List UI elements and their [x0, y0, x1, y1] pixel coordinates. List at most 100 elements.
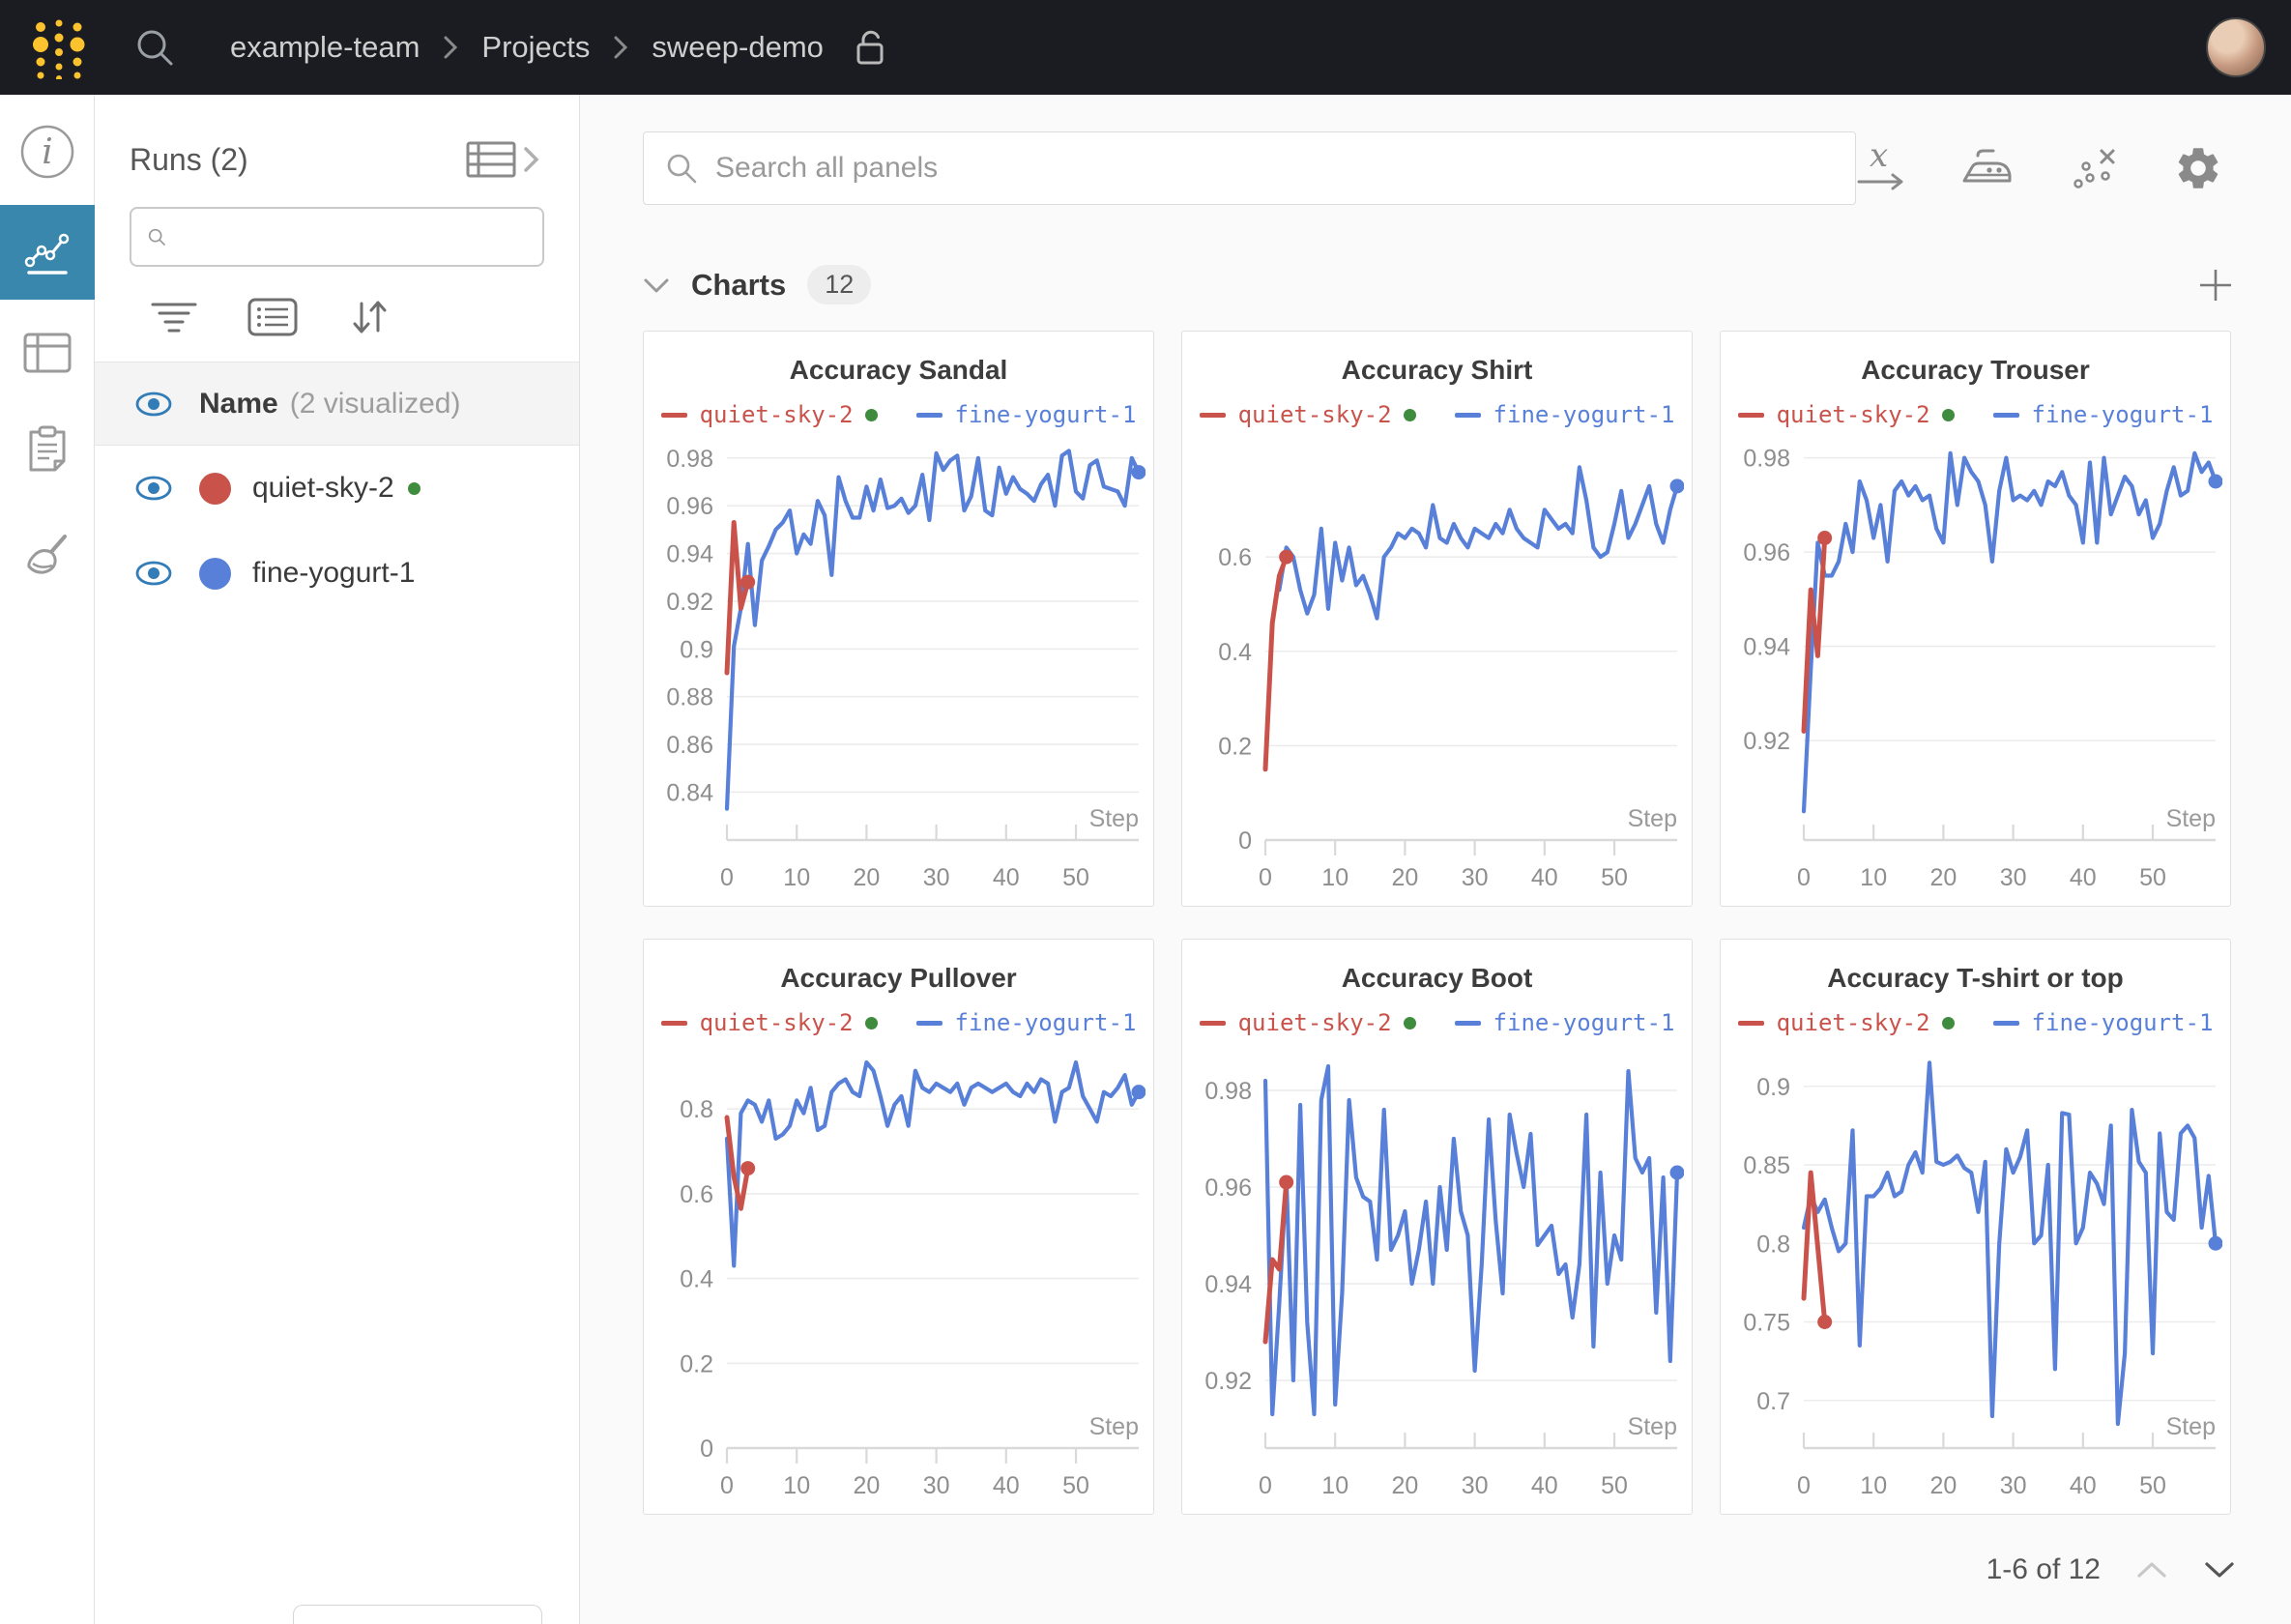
section-collapse-chevron-icon[interactable]	[643, 276, 670, 294]
wandb-logo-icon[interactable]	[29, 15, 89, 79]
legend-line-swatch	[916, 1021, 942, 1026]
runs-sidebar: Runs (2)	[95, 95, 580, 1624]
chart-panel[interactable]: Accuracy Boot quiet-sky-2 fine-yogurt-1 …	[1181, 939, 1693, 1515]
charts-count-badge: 12	[807, 265, 871, 304]
add-panel-icon[interactable]	[2196, 266, 2235, 304]
global-search-icon[interactable]	[133, 26, 176, 69]
visibility-eye-icon[interactable]	[133, 390, 174, 419]
run-color-dot	[199, 558, 231, 590]
expand-runs-table-button[interactable]	[465, 137, 546, 182]
settings-gear-icon[interactable]	[2173, 143, 2223, 193]
svg-text:40: 40	[1531, 864, 1558, 891]
chart-plot-area[interactable]: 0.70.750.80.850.901020304050Step	[1730, 1042, 2222, 1512]
sort-icon[interactable]	[348, 296, 391, 338]
run-name[interactable]: fine-yogurt-1	[252, 557, 415, 590]
run-name[interactable]: quiet-sky-2	[252, 472, 394, 505]
chart-panel[interactable]: Accuracy Trouser quiet-sky-2 fine-yogurt…	[1720, 331, 2231, 907]
runs-search-box[interactable]	[130, 207, 544, 267]
breadcrumb-project-name[interactable]: sweep-demo	[652, 30, 823, 65]
breadcrumb-team[interactable]: example-team	[230, 30, 420, 65]
unlock-icon[interactable]	[853, 27, 889, 68]
nav-sweeps-icon[interactable]	[0, 508, 95, 603]
runs-search-input[interactable]	[178, 221, 527, 252]
visibility-eye-icon[interactable]	[133, 474, 174, 503]
chart-plot-area[interactable]: 0.840.860.880.90.920.940.960.98010203040…	[653, 434, 1146, 904]
chart-plot-area[interactable]: 0.20.40.6001020304050Step	[1192, 434, 1684, 904]
pagination: 1-6 of 12	[643, 1553, 2236, 1586]
visualized-count-label: (2 visualized)	[290, 388, 461, 420]
chevron-right-icon	[443, 35, 458, 60]
page-up-chevron-icon[interactable]	[2135, 1560, 2168, 1580]
legend-run-name[interactable]: fine-yogurt-1	[2032, 401, 2214, 428]
legend-run-name[interactable]: quiet-sky-2	[700, 401, 854, 428]
legend-run-name[interactable]: fine-yogurt-1	[2032, 1009, 2214, 1036]
filter-icon[interactable]	[151, 300, 197, 334]
svg-text:30: 30	[1462, 864, 1489, 891]
svg-text:0: 0	[700, 1436, 713, 1463]
nav-charts-icon[interactable]	[0, 205, 95, 300]
user-avatar[interactable]	[2206, 17, 2266, 77]
svg-text:0.7: 0.7	[1756, 1388, 1790, 1415]
chart-panel[interactable]: Accuracy Shirt quiet-sky-2 fine-yogurt-1…	[1181, 331, 1693, 907]
chart-panel[interactable]: Accuracy Sandal quiet-sky-2 fine-yogurt-…	[643, 331, 1154, 907]
smoothing-iron-icon[interactable]	[1960, 146, 2015, 190]
nav-overview-icon[interactable]: i	[0, 104, 95, 199]
runs-name-header[interactable]: Name (2 visualized)	[95, 362, 579, 446]
svg-text:30: 30	[1462, 1472, 1489, 1499]
legend-run-name[interactable]: fine-yogurt-1	[1494, 401, 1675, 428]
svg-text:10: 10	[1321, 864, 1348, 891]
nav-reports-icon[interactable]	[0, 402, 95, 497]
svg-text:40: 40	[2070, 1472, 2097, 1499]
svg-text:0: 0	[1259, 864, 1272, 891]
run-status-dot	[1942, 1017, 1955, 1030]
nav-table-icon[interactable]	[0, 305, 95, 400]
chart-legend: quiet-sky-2 fine-yogurt-1	[644, 399, 1153, 430]
name-column-label: Name	[199, 388, 278, 420]
svg-text:20: 20	[1930, 1472, 1958, 1499]
bottom-popup-partial[interactable]	[293, 1605, 542, 1624]
svg-text:50: 50	[1601, 864, 1628, 891]
x-axis-settings-icon[interactable]: x	[1856, 143, 1906, 193]
legend-line-swatch	[1738, 1021, 1764, 1026]
chart-panel[interactable]: Accuracy T-shirt or top quiet-sky-2 fine…	[1720, 939, 2231, 1515]
svg-text:50: 50	[2139, 864, 2166, 891]
chart-legend: quiet-sky-2 fine-yogurt-1	[644, 1007, 1153, 1038]
legend-run-name[interactable]: fine-yogurt-1	[1494, 1009, 1675, 1036]
legend-run-name[interactable]: fine-yogurt-1	[955, 401, 1137, 428]
legend-run-name[interactable]: quiet-sky-2	[700, 1009, 854, 1036]
svg-text:10: 10	[783, 1472, 810, 1499]
chart-legend: quiet-sky-2 fine-yogurt-1	[1721, 399, 2230, 430]
svg-text:x: x	[1870, 143, 1888, 175]
legend-run-name[interactable]: fine-yogurt-1	[955, 1009, 1137, 1036]
chart-plot-area[interactable]: 0.920.940.960.9801020304050Step	[1730, 434, 2222, 904]
chart-title: Accuracy Sandal	[644, 355, 1153, 386]
svg-text:30: 30	[923, 1472, 950, 1499]
legend-run-name[interactable]: quiet-sky-2	[1777, 1009, 1930, 1036]
visibility-eye-icon[interactable]	[133, 559, 174, 588]
runs-panel-title: Runs (2)	[130, 142, 248, 178]
legend-run-name[interactable]: quiet-sky-2	[1238, 1009, 1392, 1036]
svg-text:0.88: 0.88	[666, 684, 713, 711]
run-row[interactable]: quiet-sky-2	[95, 446, 579, 531]
ignore-outliers-icon[interactable]	[2069, 143, 2119, 193]
panel-search-box[interactable]	[643, 131, 1856, 205]
legend-run-name[interactable]: quiet-sky-2	[1238, 401, 1392, 428]
run-row[interactable]: fine-yogurt-1	[95, 531, 579, 616]
panel-search-input[interactable]	[715, 152, 1834, 185]
charts-section-title[interactable]: Charts	[691, 268, 786, 303]
chart-legend: quiet-sky-2 fine-yogurt-1	[1182, 1007, 1692, 1038]
svg-text:Step: Step	[1628, 805, 1677, 832]
svg-text:0.96: 0.96	[1743, 539, 1790, 566]
chart-title: Accuracy Pullover	[644, 963, 1153, 994]
chart-plot-area[interactable]: 0.920.940.960.9801020304050Step	[1192, 1042, 1684, 1512]
svg-text:40: 40	[993, 864, 1020, 891]
page-down-chevron-icon[interactable]	[2203, 1560, 2236, 1580]
legend-line-swatch	[1993, 1021, 2019, 1026]
group-list-icon[interactable]	[247, 298, 298, 336]
chart-panel[interactable]: Accuracy Pullover quiet-sky-2 fine-yogur…	[643, 939, 1154, 1515]
legend-run-name[interactable]: quiet-sky-2	[1777, 401, 1930, 428]
chart-plot-area[interactable]: 0.20.40.60.8001020304050Step	[653, 1042, 1146, 1512]
svg-text:40: 40	[2070, 864, 2097, 891]
breadcrumb-projects[interactable]: Projects	[481, 30, 590, 65]
run-status-dot	[865, 409, 878, 421]
